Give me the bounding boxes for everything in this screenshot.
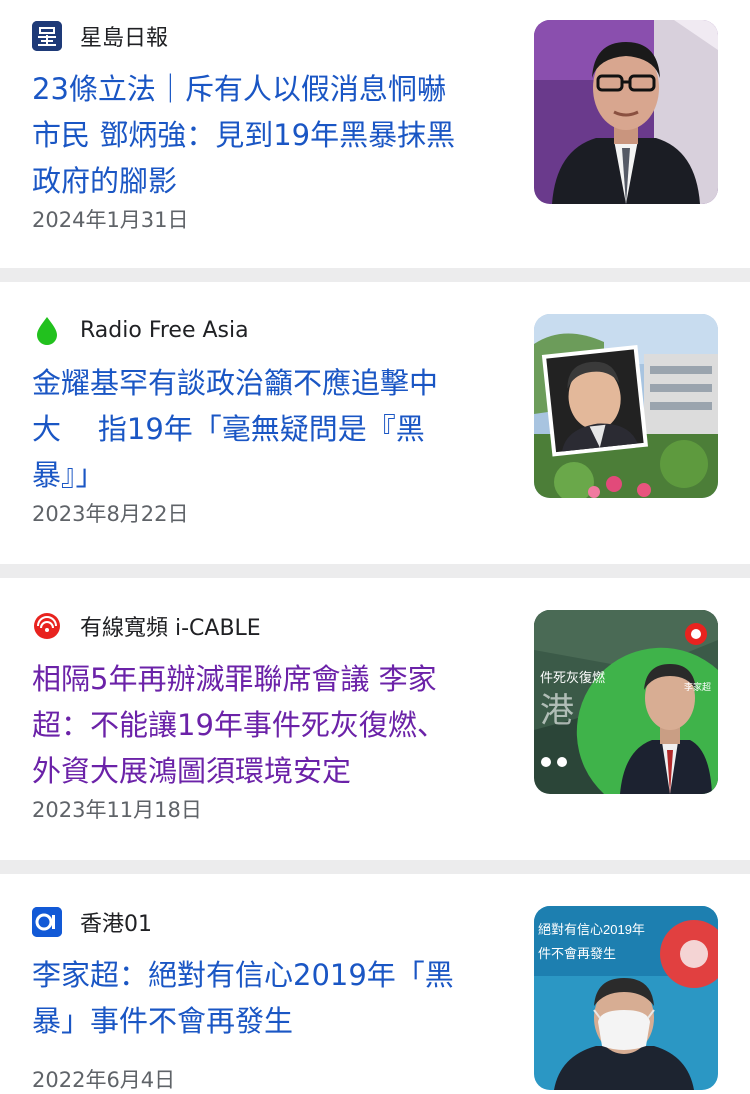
news-card[interactable]: Radio Free Asia 金耀基罕有談政治籲不應追擊中 大 指19年「毫無… — [0, 282, 750, 564]
news-card[interactable]: 星島日報 23條立法｜斥有人以假消息恫嚇 市民 鄧炳強：見到19年黑暴抹黑 政府… — [0, 0, 750, 268]
article-title-link[interactable]: 李家超：絕對有信心2019年「黑 暴」事件不會再發生 — [32, 952, 492, 1044]
article-title-link[interactable]: 23條立法｜斥有人以假消息恫嚇 市民 鄧炳強：見到19年黑暴抹黑 政府的腳影 — [32, 66, 492, 204]
source-row: 有線寬頻 i-CABLE — [32, 610, 261, 642]
article-thumbnail[interactable] — [534, 314, 718, 498]
icable-logo-icon — [32, 611, 62, 641]
news-card[interactable]: 有線寬頻 i-CABLE 相隔5年再辦滅罪聯席會議 李家 超：不能讓19年事件死… — [0, 578, 750, 860]
singtao-logo-icon — [32, 21, 62, 51]
source-row: 香港01 — [32, 906, 152, 938]
article-title-link[interactable]: 相隔5年再辦滅罪聯席會議 李家 超：不能讓19年事件死灰復燃、 外資大展鴻圖須環… — [32, 656, 492, 794]
source-name: 香港01 — [80, 912, 152, 937]
article-date: 2023年11月18日 — [32, 798, 202, 822]
rfa-logo-icon — [32, 315, 62, 345]
article-title-link[interactable]: 金耀基罕有談政治籲不應追擊中 大 指19年「毫無疑問是『黑 暴』」 — [32, 360, 492, 498]
article-thumbnail[interactable]: 絕對有信心2019年 件不會再發生 — [534, 906, 718, 1090]
svg-text:港: 港 — [540, 692, 574, 730]
source-row: 星島日報 — [32, 20, 168, 52]
source-name: 星島日報 — [80, 26, 169, 51]
article-date: 2022年6月4日 — [32, 1068, 176, 1092]
thumb-caption-2: 件不會再發生 — [538, 946, 616, 961]
hk01-logo-icon — [32, 907, 62, 937]
thumb-caption: 件死灰復燃 — [540, 670, 605, 685]
article-date: 2024年1月31日 — [32, 208, 189, 232]
news-card[interactable]: 香港01 李家超：絕對有信心2019年「黑 暴」事件不會再發生 2022年6月4… — [0, 874, 750, 1094]
article-thumbnail[interactable]: 件死灰復燃 港 李家超 — [534, 610, 718, 794]
article-date: 2023年8月22日 — [32, 502, 189, 526]
news-feed: 星島日報 23條立法｜斥有人以假消息恫嚇 市民 鄧炳強：見到19年黑暴抹黑 政府… — [0, 0, 750, 1094]
thumb-caption-name: 李家超 — [684, 681, 711, 692]
source-name: Radio Free Asia — [80, 317, 249, 343]
article-thumbnail[interactable] — [534, 20, 718, 204]
source-name: 有線寬頻 i-CABLE — [80, 616, 261, 641]
source-row: Radio Free Asia — [32, 314, 249, 346]
thumb-caption: 絕對有信心2019年 — [538, 922, 645, 937]
